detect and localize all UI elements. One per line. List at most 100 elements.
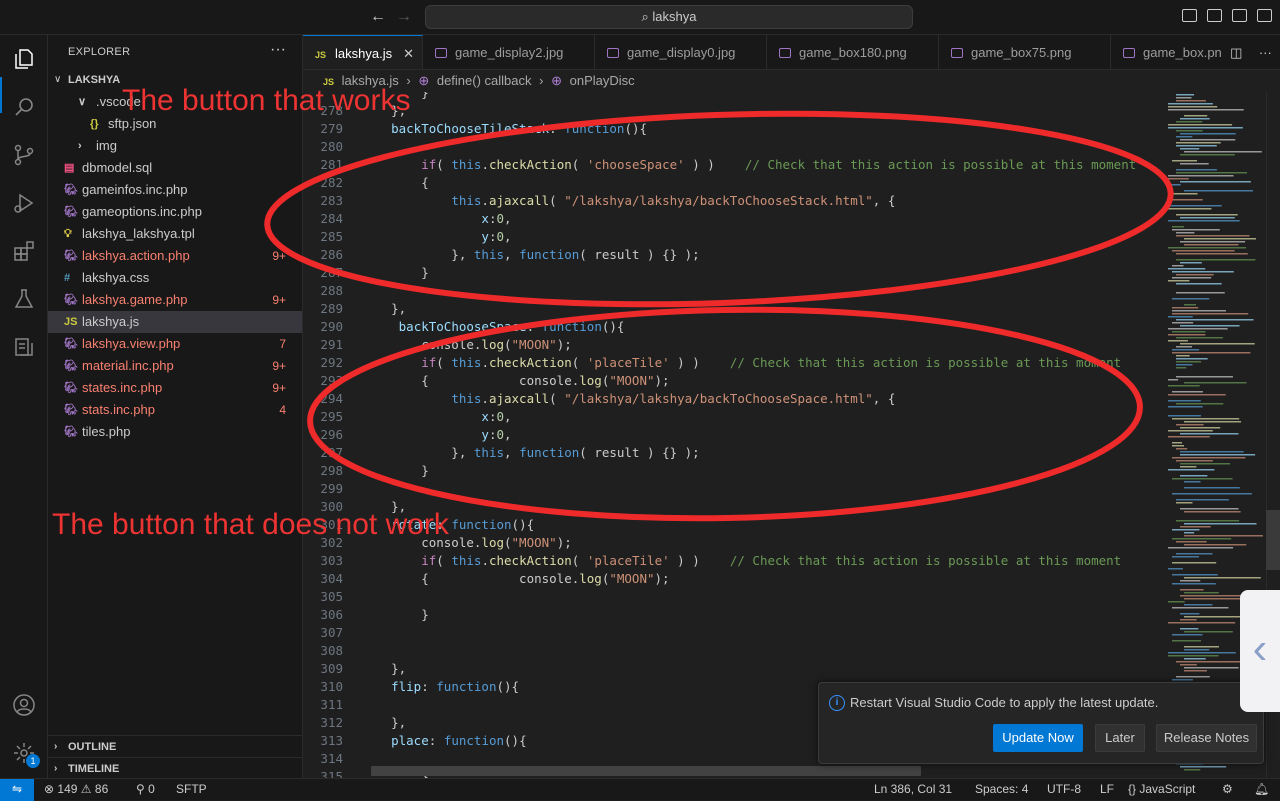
minimap-line — [1172, 634, 1203, 636]
code-line[interactable]: 305 — [303, 588, 1148, 606]
customize-layout-icon[interactable] — [1257, 9, 1272, 22]
extensions-icon[interactable] — [10, 237, 38, 265]
language-mode[interactable]: {} JavaScript — [1128, 779, 1195, 800]
file-item[interactable]: › img — [48, 135, 302, 157]
breadcrumb-seg2[interactable]: onPlayDisc — [570, 73, 635, 88]
line-number: 303 — [320, 553, 343, 568]
run-debug-icon[interactable] — [10, 189, 38, 217]
horizontal-scrollbar[interactable] — [371, 766, 921, 776]
search-icon[interactable] — [10, 93, 38, 121]
file-item[interactable]: 🐘︎ tiles.php — [48, 421, 302, 443]
code-line[interactable]: 306 } — [303, 606, 1148, 624]
minimap-line — [1176, 364, 1193, 366]
file-item[interactable]: # lakshya.css — [48, 267, 302, 289]
minimap-line — [1168, 406, 1203, 408]
command-center-search[interactable]: ⌕ lakshya — [425, 5, 913, 29]
code-line[interactable]: 291 console.log("MOON"); — [303, 336, 1148, 354]
file-item[interactable]: 🐘︎ gameinfos.inc.php — [48, 179, 302, 201]
breadcrumb-seg1[interactable]: define() callback — [437, 73, 532, 88]
editor-tab[interactable]: game_box75.png — [939, 35, 1111, 69]
code-line[interactable]: 292 if( this.checkAction( 'placeTile' ) … — [303, 354, 1148, 372]
file-item[interactable]: 🐘︎ stats.inc.php 4 — [48, 399, 302, 421]
editor-tab[interactable]: game_display0.jpg — [595, 35, 767, 69]
code-line[interactable]: 303 if( this.checkAction( 'placeTile' ) … — [303, 552, 1148, 570]
back-arrow-icon[interactable]: ← — [370, 8, 386, 26]
code-line[interactable]: 287 } — [303, 264, 1148, 282]
cursor-position[interactable]: Ln 386, Col 31 — [874, 779, 952, 800]
editor-tab[interactable]: JS lakshya.js ✕ — [303, 35, 423, 69]
toggle-secondary-sidebar-icon[interactable] — [1232, 9, 1247, 22]
code-line[interactable]: 307 — [303, 624, 1148, 642]
code-editor[interactable]: } 278 }, 279 backToChooseTileStack: functi… — [303, 92, 1148, 778]
code-line[interactable]: 278 }, — [303, 102, 1148, 120]
file-item[interactable]: JS lakshya.js — [48, 311, 302, 333]
code-line[interactable]: 280 — [303, 138, 1148, 156]
file-item[interactable]: 💡︎ lakshya_lakshya.tpl — [48, 223, 302, 245]
code-line[interactable]: 281 if( this.checkAction( 'chooseSpace' … — [303, 156, 1148, 174]
code-line[interactable]: } — [303, 92, 1148, 102]
code-line[interactable]: 290 backToChooseSpace: function(){ — [303, 318, 1148, 336]
feedback-icon[interactable]: ⚙ — [1222, 779, 1233, 800]
side-panel-handle-chevron-icon[interactable]: ‹ — [1240, 590, 1280, 712]
code-line[interactable]: 279 backToChooseTileStack: function(){ — [303, 120, 1148, 138]
code-line[interactable]: 285 y:0, — [303, 228, 1148, 246]
code-line[interactable]: 308 — [303, 642, 1148, 660]
ports-indicator[interactable]: ⚲ 0 — [136, 779, 155, 800]
timeline-section[interactable]: › TIMELINE — [48, 757, 302, 779]
source-control-icon[interactable] — [10, 141, 38, 169]
tab-label: game_box.pn — [1143, 45, 1222, 60]
minimap-line — [1168, 547, 1234, 549]
toggle-panel-icon[interactable] — [1207, 9, 1222, 22]
code-line[interactable]: 288 — [303, 282, 1148, 300]
file-item[interactable]: 🐘︎ material.inc.php 9+ — [48, 355, 302, 377]
file-item[interactable]: 🐘︎ lakshya.game.php 9+ — [48, 289, 302, 311]
later-button[interactable]: Later — [1095, 724, 1145, 752]
code-line[interactable]: 294 this.ajaxcall( "/lakshya/lakshya/bac… — [303, 390, 1148, 408]
file-item[interactable]: 🐘︎ lakshya.view.php 7 — [48, 333, 302, 355]
outline-section[interactable]: › OUTLINE — [48, 735, 302, 757]
file-item[interactable]: 🐘︎ gameoptions.inc.php — [48, 201, 302, 223]
code-line[interactable]: 289 }, — [303, 300, 1148, 318]
remote-indicator-icon[interactable]: ⇋ — [0, 779, 34, 801]
file-item[interactable]: 🐘︎ lakshya.action.php 9+ — [48, 245, 302, 267]
problems-indicator[interactable]: ⊗ 149 ⚠ 86 — [44, 779, 108, 800]
encoding[interactable]: UTF-8 — [1047, 779, 1081, 800]
account-icon[interactable] — [10, 691, 38, 719]
code-line[interactable]: 295 x:0, — [303, 408, 1148, 426]
scrollbar-thumb[interactable] — [1266, 510, 1280, 570]
code-line[interactable]: 297 }, this, function( result ) {} ); — [303, 444, 1148, 462]
code-line[interactable]: 299 — [303, 480, 1148, 498]
toggle-primary-sidebar-icon[interactable] — [1182, 9, 1197, 22]
close-tab-icon[interactable]: ✕ — [403, 36, 414, 69]
more-actions-icon[interactable]: ··· — [1259, 45, 1272, 60]
release-notes-button[interactable]: Release Notes — [1156, 724, 1257, 752]
remote-explorer-icon[interactable] — [10, 333, 38, 361]
file-item[interactable]: 🐘︎ states.inc.php 9+ — [48, 377, 302, 399]
editor-tab[interactable]: game_display2.jpg — [423, 35, 595, 69]
update-now-button[interactable]: Update Now — [993, 724, 1083, 752]
split-editor-icon[interactable]: ◫ — [1230, 45, 1242, 61]
code-line[interactable]: 293 { console.log("MOON"); — [303, 372, 1148, 390]
file-item[interactable]: ▤ dbmodel.sql — [48, 157, 302, 179]
code-line[interactable]: 284 x:0, — [303, 210, 1148, 228]
indentation[interactable]: Spaces: 4 — [975, 779, 1028, 800]
code-line[interactable]: 282 { — [303, 174, 1148, 192]
minimap-line — [1172, 250, 1235, 252]
editor-tab[interactable]: game_box180.png — [767, 35, 939, 69]
code-line[interactable]: 296 y:0, — [303, 426, 1148, 444]
code-line[interactable]: 298 } — [303, 462, 1148, 480]
code-line[interactable]: 309 }, — [303, 660, 1148, 678]
code-line[interactable]: 286 }, this, function( result ) {} ); — [303, 246, 1148, 264]
notifications-bell-icon[interactable]: 🔔︎ — [1254, 779, 1269, 800]
line-number: 305 — [320, 589, 343, 604]
testing-flask-icon[interactable] — [10, 285, 38, 313]
eol[interactable]: LF — [1100, 779, 1114, 800]
forward-arrow-icon[interactable]: → — [396, 8, 412, 26]
code-line[interactable]: 283 this.ajaxcall( "/lakshya/lakshya/bac… — [303, 192, 1148, 210]
code-line[interactable]: 304 { console.log("MOON"); — [303, 570, 1148, 588]
minimap-line — [1168, 280, 1190, 282]
more-actions-icon[interactable]: ··· — [270, 41, 286, 59]
minimap-line — [1168, 175, 1234, 177]
sftp-indicator[interactable]: SFTP — [176, 779, 207, 800]
explorer-icon[interactable] — [10, 45, 38, 73]
